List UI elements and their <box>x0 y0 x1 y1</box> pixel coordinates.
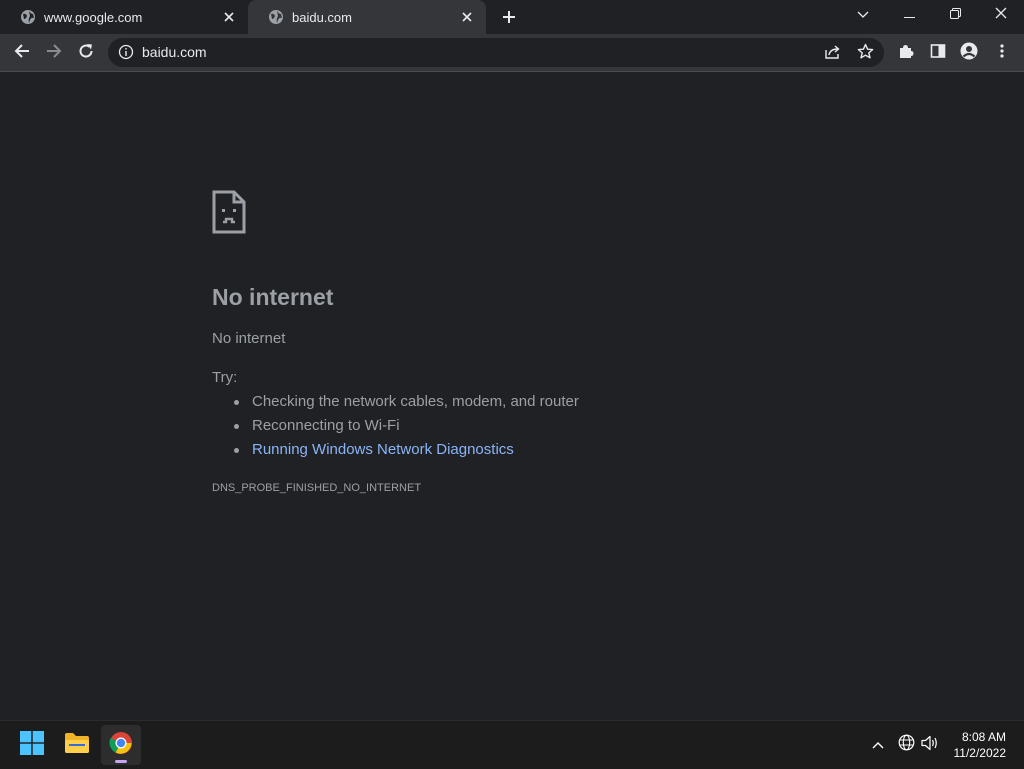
forward-button[interactable] <box>42 41 66 65</box>
share-icon[interactable] <box>824 44 841 65</box>
network-button[interactable] <box>896 734 916 756</box>
list-item: Checking the network cables, modem, and … <box>212 390 579 414</box>
url-text[interactable]: baidu.com <box>142 44 207 60</box>
avatar-icon <box>960 42 978 65</box>
file-explorer-icon <box>64 732 90 759</box>
close-icon[interactable] <box>458 8 476 26</box>
chrome-icon <box>109 731 133 760</box>
arrow-left-icon <box>14 43 30 64</box>
chevron-down-icon <box>857 6 869 24</box>
globe-icon <box>268 9 284 25</box>
start-icon <box>20 730 44 760</box>
more-vertical-icon <box>1000 43 1004 64</box>
profile-button[interactable] <box>957 41 981 65</box>
taskbar: 8:08 AM 11/2/2022 <box>0 720 1024 769</box>
start-button[interactable] <box>12 725 52 765</box>
suggestion-text: Reconnecting to Wi-Fi <box>252 417 400 434</box>
globe-icon <box>20 9 36 25</box>
close-window-button[interactable] <box>978 0 1024 30</box>
tab-strip: www.google.com baidu.com <box>0 0 1024 34</box>
list-item: Running Windows Network Diagnostics <box>212 438 579 462</box>
file-explorer-button[interactable] <box>57 725 97 765</box>
tab-title: www.google.com <box>44 9 143 25</box>
network-diagnostics-link[interactable]: Running Windows Network Diagnostics <box>252 441 514 458</box>
tab-search-button[interactable] <box>840 0 886 30</box>
browser-toolbar: baidu.com <box>0 34 1024 72</box>
chrome-taskbar-button[interactable] <box>101 725 141 765</box>
minimize-button[interactable] <box>886 0 932 30</box>
error-subheading: No internet <box>212 330 286 347</box>
error-code: DNS_PROBE_FINISHED_NO_INTERNET <box>212 482 422 494</box>
puzzle-icon <box>898 43 914 64</box>
info-icon[interactable] <box>118 44 134 65</box>
reload-icon <box>78 43 94 64</box>
show-hidden-icons-button[interactable] <box>868 735 888 755</box>
restore-button[interactable] <box>932 0 978 30</box>
arrow-right-icon <box>46 43 62 64</box>
tab-title: baidu.com <box>292 9 352 25</box>
list-item: Reconnecting to Wi-Fi <box>212 414 579 438</box>
side-panel-icon <box>930 43 946 64</box>
new-tab-button[interactable] <box>499 7 519 27</box>
suggestions-list: Checking the network cables, modem, and … <box>212 390 579 462</box>
page-title: No internet <box>212 284 334 310</box>
extensions-button[interactable] <box>894 41 918 65</box>
tab-google[interactable]: www.google.com <box>0 0 248 34</box>
restore-icon <box>949 6 961 24</box>
volume-icon <box>921 735 939 756</box>
side-panel-button[interactable] <box>926 41 950 65</box>
chevron-up-icon <box>872 736 884 754</box>
close-icon[interactable] <box>220 8 238 26</box>
bullet-icon <box>234 400 239 405</box>
clock-date: 11/2/2022 <box>953 746 1007 760</box>
globe-icon <box>898 734 915 756</box>
active-app-indicator <box>115 760 127 763</box>
tab-baidu[interactable]: baidu.com <box>248 0 486 34</box>
clock[interactable]: 8:08 AM 11/2/2022 <box>954 729 1007 761</box>
volume-button[interactable] <box>920 735 940 755</box>
bullet-icon <box>234 424 239 429</box>
close-icon <box>995 6 1007 24</box>
sad-page-icon <box>212 190 246 234</box>
bookmark-star-icon[interactable] <box>857 43 874 65</box>
try-label: Try: <box>212 369 238 386</box>
address-bar[interactable]: baidu.com <box>108 38 884 67</box>
bullet-icon <box>234 448 239 453</box>
reload-button[interactable] <box>74 41 98 65</box>
menu-button[interactable] <box>990 41 1014 65</box>
back-button[interactable] <box>10 41 34 65</box>
clock-time: 8:08 AM <box>961 730 1006 744</box>
minimize-icon <box>903 6 915 24</box>
suggestion-text: Checking the network cables, modem, and … <box>252 393 579 410</box>
